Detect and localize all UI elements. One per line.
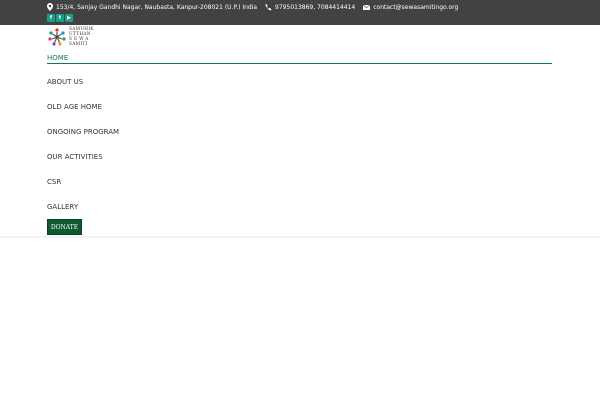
email-item[interactable]: contact@sewasamitingo.org: [363, 4, 458, 11]
nav-item-csr[interactable]: CSR: [47, 176, 552, 201]
address-text: 153/4, Sanjay Gandhi Nagar, Naubasta, Ka…: [56, 3, 258, 11]
social-links: f t ▶: [47, 14, 74, 22]
nav-item-gallery[interactable]: GALLERY: [47, 201, 552, 226]
twitter-icon[interactable]: t: [56, 14, 64, 22]
header-divider: [0, 236, 600, 239]
nav-item-home[interactable]: HOME: [47, 52, 552, 64]
nav-item-old-age-home[interactable]: OLD AGE HOME: [47, 101, 552, 126]
envelope-icon: [363, 4, 371, 10]
nav-item-about-us[interactable]: ABOUT US: [47, 76, 552, 101]
main-nav: HOME ABOUT US OLD AGE HOME ONGOING PROGR…: [47, 52, 552, 226]
phone-icon: [265, 3, 272, 10]
top-bar: 153/4, Sanjay Gandhi Nagar, Naubasta, Ka…: [0, 0, 600, 25]
nav-item-our-activities[interactable]: OUR ACTIVITIES: [47, 151, 552, 176]
facebook-icon[interactable]: f: [47, 14, 55, 22]
youtube-icon[interactable]: ▶: [65, 14, 73, 22]
site-logo[interactable]: SAMUHIK UTTHAN SEWA SAMITI: [47, 26, 94, 48]
donate-button[interactable]: DONATE: [47, 219, 82, 235]
email-text: contact@sewasamitingo.org: [373, 3, 459, 11]
phone-item[interactable]: 9795013869, 7084414414: [265, 4, 355, 11]
address-item: 153/4, Sanjay Gandhi Nagar, Naubasta, Ka…: [47, 3, 257, 11]
phone-text: 9795013869, 7084414414: [275, 3, 356, 11]
logo-people-icon: [48, 28, 66, 46]
logo-text: SAMUHIK UTTHAN SEWA SAMITI: [69, 26, 94, 48]
nav-item-ongoing-program[interactable]: ONGOING PROGRAM: [47, 126, 552, 151]
map-pin-icon: [47, 3, 53, 11]
contact-info: 153/4, Sanjay Gandhi Nagar, Naubasta, Ka…: [47, 3, 466, 11]
